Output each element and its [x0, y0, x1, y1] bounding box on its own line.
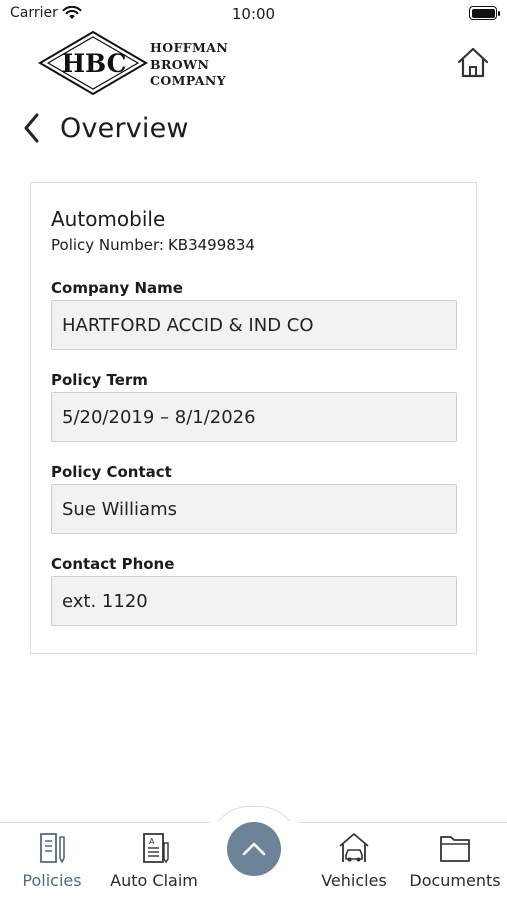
tab-policies[interactable]: Policies	[8, 827, 96, 897]
vehicles-icon	[339, 833, 369, 862]
tab-documents-label: Documents	[409, 871, 501, 890]
tab-vehicles-label: Vehicles	[321, 871, 387, 890]
tab-auto-claim[interactable]: A Auto Claim	[104, 827, 204, 897]
logo-line-3: COMPANY	[150, 73, 227, 88]
policy-number-row: Policy Number: KB3499834	[51, 236, 255, 254]
company-logo: HBC HOFFMAN BROWN COMPANY	[38, 30, 238, 96]
hbc-diamond-logo-icon: HBC	[38, 30, 148, 96]
chevron-left-icon	[24, 113, 39, 143]
tab-vehicles[interactable]: Vehicles	[314, 827, 394, 897]
logo-line-1: HOFFMAN	[150, 40, 229, 55]
logo-line-2: BROWN	[150, 56, 210, 72]
contact-phone-field[interactable]: ext. 1120	[51, 576, 457, 626]
policy-term-label: Policy Term	[51, 371, 148, 389]
home-button[interactable]	[453, 44, 493, 82]
company-name-value: HARTFORD ACCID & IND CO	[62, 314, 314, 336]
policy-card: Automobile Policy Number: KB3499834 Compa…	[30, 182, 477, 654]
policy-type: Automobile	[51, 207, 166, 231]
home-icon	[457, 47, 489, 78]
policy-contact-field[interactable]: Sue Williams	[51, 484, 457, 534]
policy-contact-value: Sue Williams	[62, 498, 177, 520]
contact-phone-value: ext. 1120	[62, 590, 148, 612]
status-bar: Carrier 10:00	[0, 0, 507, 28]
policy-contact-label: Policy Contact	[51, 463, 172, 481]
company-name-field[interactable]: HARTFORD ACCID & IND CO	[51, 300, 457, 350]
back-button[interactable]	[20, 108, 50, 148]
chevron-up-icon	[242, 842, 266, 856]
auto-claim-icon: A	[143, 833, 169, 864]
svg-text:A: A	[149, 837, 155, 846]
logo-initials: HBC	[61, 49, 126, 78]
policies-icon	[40, 833, 65, 863]
status-time: 10:00	[231, 5, 276, 23]
tab-auto-claim-label: Auto Claim	[110, 871, 198, 890]
policy-number-value: KB3499834	[167, 236, 255, 254]
logo-wordmark: HOFFMAN BROWN COMPANY	[150, 40, 228, 90]
navigation-header: Overview	[20, 108, 189, 148]
tab-policies-label: Policies	[22, 871, 82, 890]
policy-number-label: Policy Number:	[51, 236, 164, 254]
policy-term-value: 5/20/2019 – 8/1/2026	[62, 406, 256, 428]
expand-menu-button[interactable]	[227, 822, 281, 876]
contact-phone-label: Contact Phone	[51, 555, 175, 573]
policy-term-field[interactable]: 5/20/2019 – 8/1/2026	[51, 392, 457, 442]
page-title: Overview	[60, 112, 189, 144]
company-name-label: Company Name	[51, 279, 183, 297]
tab-documents[interactable]: Documents	[406, 827, 504, 897]
documents-icon	[440, 836, 470, 862]
battery-icon	[469, 6, 500, 20]
